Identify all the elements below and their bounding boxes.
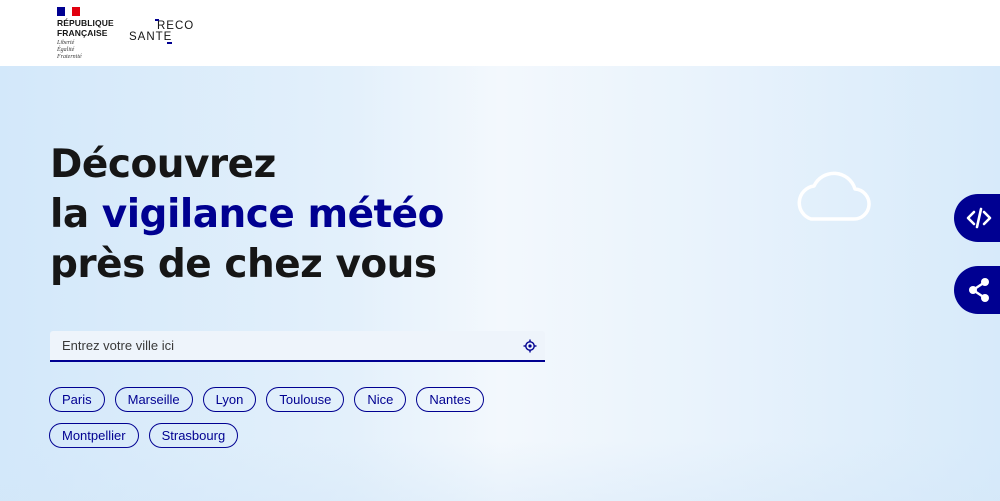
hero-title-article: la <box>50 192 89 237</box>
hero-title-line-1: Découvrez <box>50 142 276 187</box>
crosshair-icon <box>523 339 537 352</box>
site-header: RÉPUBLIQUE FRANÇAISE Liberté Égalité Fra… <box>0 0 1000 66</box>
city-shortcuts: Paris Marseille Lyon Toulouse Nice Nante… <box>49 387 549 459</box>
hero-title-line-3: près de chez vous <box>50 242 437 287</box>
french-flag-icon <box>57 7 81 16</box>
hero-title-accent: vigilance météo <box>101 192 445 237</box>
hero-title-line-2: la vigilance météo <box>50 190 444 240</box>
reco-sante-logo[interactable]: RECO SANTE <box>129 19 199 44</box>
city-shortcuts-row-2: Montpellier Strasbourg <box>49 423 549 448</box>
city-chip-nice[interactable]: Nice <box>354 387 407 412</box>
motto-fraternite: Fraternité <box>57 54 82 60</box>
brand-sante: SANTE <box>129 31 173 44</box>
gov-name-line-2: FRANÇAISE <box>57 27 108 38</box>
hero-title: Découvrez la vigilance météo près de che… <box>50 140 444 290</box>
city-chip-toulouse[interactable]: Toulouse <box>266 387 345 412</box>
share-button[interactable] <box>954 266 1000 314</box>
motto-liberte: Liberté <box>57 40 75 46</box>
city-chip-strasbourg[interactable]: Strasbourg <box>148 423 239 448</box>
city-shortcuts-row-1: Paris Marseille Lyon Toulouse Nice Nante… <box>49 387 549 412</box>
city-search-field <box>50 331 545 362</box>
code-icon <box>966 207 992 229</box>
motto-egalite: Égalité <box>57 47 75 53</box>
cloud-icon <box>797 171 871 221</box>
hero-section: Découvrez la vigilance météo près de che… <box>0 66 1000 501</box>
city-chip-lyon[interactable]: Lyon <box>202 387 257 412</box>
share-icon <box>969 278 989 302</box>
city-chip-montpellier[interactable]: Montpellier <box>49 423 139 448</box>
city-chip-marseille[interactable]: Marseille <box>114 387 193 412</box>
geolocate-button[interactable] <box>515 330 545 361</box>
embed-widget-button[interactable] <box>954 194 1000 242</box>
city-chip-paris[interactable]: Paris <box>49 387 105 412</box>
city-search-input[interactable] <box>50 331 515 360</box>
city-chip-nantes[interactable]: Nantes <box>416 387 484 412</box>
republique-francaise-logo[interactable]: RÉPUBLIQUE FRANÇAISE Liberté Égalité Fra… <box>57 7 127 61</box>
